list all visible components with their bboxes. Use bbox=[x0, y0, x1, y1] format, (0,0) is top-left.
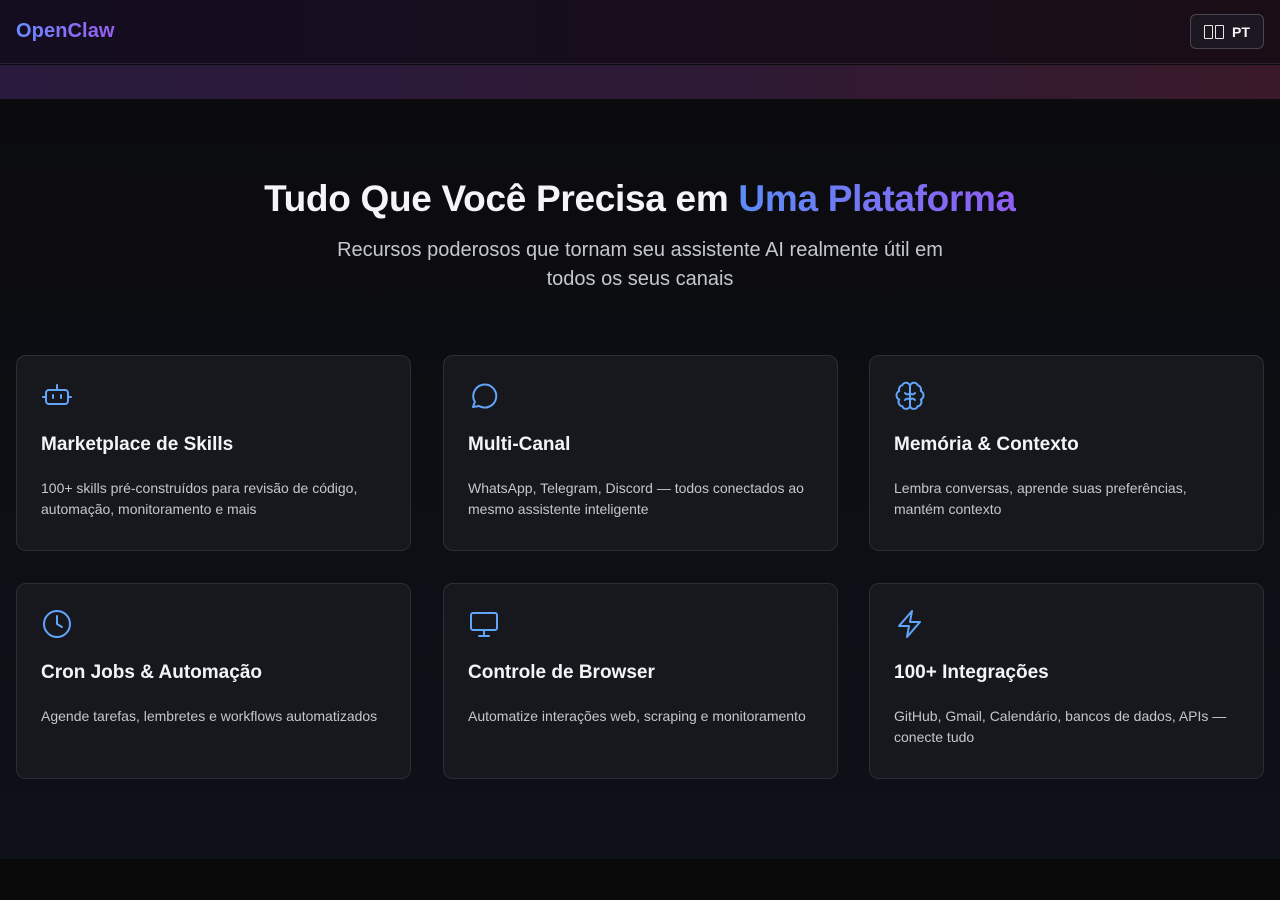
section-subtitle: Recursos poderosos que tornam seu assist… bbox=[337, 239, 943, 290]
feature-description: Agende tarefas, lembretes e workflows au… bbox=[41, 708, 378, 724]
feature-description: Lembra conversas, aprende suas preferênc… bbox=[894, 480, 1187, 517]
feature-description: WhatsApp, Telegram, Discord — todos cone… bbox=[468, 480, 804, 517]
clock-icon bbox=[41, 608, 73, 640]
language-selector-button[interactable]: PT bbox=[1190, 14, 1264, 49]
feature-card-memory-context: Memória & Contexto Lembra conversas, apr… bbox=[869, 355, 1264, 551]
feature-card-skills-marketplace: Marketplace de Skills 100+ skills pré-co… bbox=[16, 355, 411, 551]
feature-title: 100+ Integrações bbox=[894, 662, 1049, 683]
footer-band bbox=[0, 859, 1280, 900]
feature-card-integrations: 100+ Integrações GitHub, Gmail, Calendár… bbox=[869, 583, 1264, 779]
top-navigation-bar: OpenClaw PT bbox=[0, 0, 1280, 64]
section-title: Tudo Que Você Precisa em Uma Plataforma bbox=[0, 178, 1280, 220]
feature-card-multi-channel: Multi-Canal WhatsApp, Telegram, Discord … bbox=[443, 355, 838, 551]
feature-description: 100+ skills pré-construídos para revisão… bbox=[41, 480, 358, 517]
section-title-accent: Uma Plataforma bbox=[738, 178, 1016, 219]
feature-description: Automatize interações web, scraping e mo… bbox=[468, 708, 806, 724]
feature-description: GitHub, Gmail, Calendário, bancos de dad… bbox=[894, 708, 1227, 745]
flag-icon bbox=[1204, 24, 1225, 39]
feature-card-browser-control: Controle de Browser Automatize interaçõe… bbox=[443, 583, 838, 779]
brain-icon bbox=[894, 380, 926, 412]
monitor-icon bbox=[468, 608, 500, 640]
language-code: PT bbox=[1232, 23, 1250, 40]
feature-title: Cron Jobs & Automação bbox=[41, 662, 262, 683]
gradient-banner-strip bbox=[0, 65, 1280, 99]
feature-title: Memória & Contexto bbox=[894, 434, 1079, 455]
feature-title: Marketplace de Skills bbox=[41, 434, 234, 455]
feature-title: Multi-Canal bbox=[468, 434, 571, 455]
chat-bubble-icon bbox=[468, 380, 500, 412]
section-title-main: Tudo Que Você Precisa em bbox=[264, 178, 739, 219]
feature-title: Controle de Browser bbox=[468, 662, 655, 683]
lightning-icon bbox=[894, 608, 926, 640]
feature-card-cron-automation: Cron Jobs & Automação Agende tarefas, le… bbox=[16, 583, 411, 779]
robot-icon bbox=[41, 380, 73, 412]
logo[interactable]: OpenClaw bbox=[16, 20, 115, 43]
